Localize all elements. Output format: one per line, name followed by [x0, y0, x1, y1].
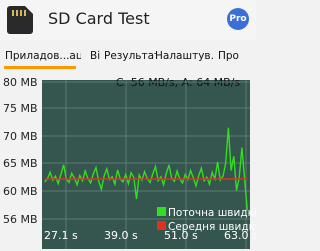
y-tick-label: 80 MB: [3, 76, 38, 89]
series-current-speed: [44, 127, 248, 211]
x-tick-label: 27.1 s: [44, 229, 78, 242]
y-tick-label: 60 MB: [3, 185, 38, 198]
y-axis-labels: 80 MB 75 MB 70 MB 65 MB 60 MB 56 MB: [3, 76, 38, 226]
legend-swatch-current: [157, 207, 166, 216]
legend-label-average: Середня швидкі: [168, 221, 256, 233]
y-tick-label: 70 MB: [3, 130, 38, 143]
legend-swatch-average: [157, 221, 166, 230]
x-tick-label: 39.0 s: [104, 229, 138, 242]
y-tick-label: 65 MB: [3, 157, 38, 170]
chart-series: [44, 127, 248, 211]
chart-legend: Поточна швидкі Середня швидкі: [157, 207, 256, 233]
speed-chart: C: 56 MB/s, A: 64 MB/s 80 MB75 MB70 MB65…: [3, 76, 256, 249]
y-tick-label: 56 MB: [3, 213, 38, 226]
legend-label-current: Поточна швидкі: [168, 207, 256, 219]
y-tick-label: 75 MB: [3, 102, 38, 115]
